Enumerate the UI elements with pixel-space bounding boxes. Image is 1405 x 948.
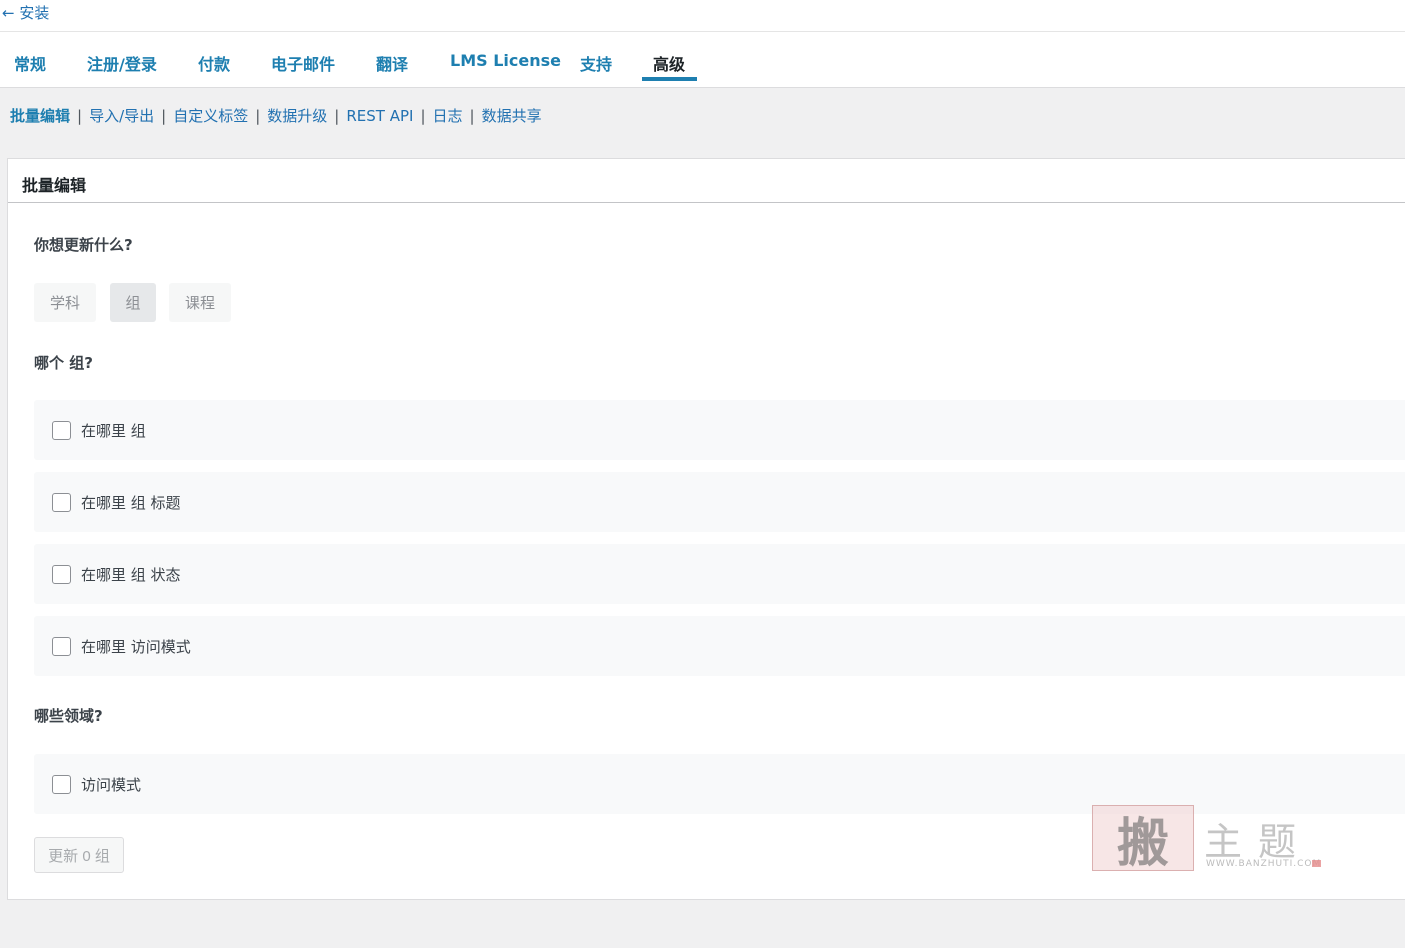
back-link[interactable]: ← 安装 [2, 2, 49, 23]
filter-row-group[interactable]: 在哪里 组 [34, 400, 1405, 460]
tab-email[interactable]: 电子邮件 [271, 51, 335, 75]
active-tab-indicator [642, 77, 697, 81]
panel-title: 批量编辑 [22, 176, 87, 195]
tab-general[interactable]: 常规 [14, 51, 46, 75]
type-option-courses[interactable]: 学科 [34, 283, 96, 322]
subnav-rest-api[interactable]: REST API [346, 107, 413, 125]
field-row-access-mode[interactable]: 访问模式 [34, 754, 1405, 814]
filter-label: 在哪里 组 [81, 421, 146, 440]
subnav-logs[interactable]: 日志 [433, 107, 463, 125]
advanced-subnav: 批量编辑 | 导入/导出 | 自定义标签 | 数据升级 | REST API | 日志 | 数据共享 [10, 105, 542, 126]
type-option-groups[interactable]: 组 [110, 283, 156, 322]
subnav-separator: | [420, 107, 426, 125]
bulk-edit-panel: 批量编辑 你想更新什么? 学科 组 课程 哪个 组? 在哪里 组 在哪里 组 标… [7, 158, 1405, 900]
filter-label: 在哪里 访问模式 [81, 637, 191, 656]
checkbox-field-access-mode[interactable] [52, 774, 71, 794]
field-label: 访问模式 [81, 775, 142, 794]
checkbox-where-group[interactable] [52, 420, 71, 440]
panel-divider [8, 202, 1405, 203]
subnav-separator: | [334, 107, 340, 125]
checkbox-where-access-mode[interactable] [52, 636, 71, 656]
filter-label: 在哪里 组 状态 [81, 565, 181, 584]
checkbox-where-group-title[interactable] [52, 492, 71, 512]
subnav-import-export[interactable]: 导入/导出 [89, 107, 154, 125]
subnav-custom-labels[interactable]: 自定义标签 [173, 107, 248, 125]
subnav-data-sharing[interactable]: 数据共享 [482, 107, 542, 125]
tab-support[interactable]: 支持 [580, 51, 612, 75]
subnav-data-upgrades[interactable]: 数据升级 [267, 107, 327, 125]
type-option-lessons[interactable]: 课程 [169, 283, 231, 322]
subnav-separator: | [469, 107, 475, 125]
question-which-fields: 哪些领域? [34, 707, 103, 725]
tab-advanced[interactable]: 高级 [653, 51, 685, 75]
top-bar: ← 安装 常规 注册/登录 付款 电子邮件 翻译 LMS License 支持 … [0, 0, 1405, 88]
filter-row-group-status[interactable]: 在哪里 组 状态 [34, 544, 1405, 604]
tab-registration-login[interactable]: 注册/登录 [87, 51, 157, 75]
subnav-separator: | [255, 107, 261, 125]
checkbox-where-group-status[interactable] [52, 564, 71, 584]
question-what-to-update: 你想更新什么? [34, 236, 133, 254]
tab-translations[interactable]: 翻译 [376, 51, 408, 75]
filter-label: 在哪里 组 标题 [81, 493, 181, 512]
top-divider [0, 31, 1405, 32]
subnav-separator: | [161, 107, 167, 125]
subnav-separator: | [77, 107, 83, 125]
tab-payments[interactable]: 付款 [198, 51, 230, 75]
filter-row-access-mode[interactable]: 在哪里 访问模式 [34, 616, 1405, 676]
filter-row-group-title[interactable]: 在哪里 组 标题 [34, 472, 1405, 532]
update-groups-button[interactable]: 更新 0 组 [34, 837, 124, 873]
question-which-groups: 哪个 组? [34, 354, 93, 372]
subnav-bulk-edit[interactable]: 批量编辑 [10, 107, 70, 125]
tab-lms-license[interactable]: LMS License [450, 51, 561, 70]
